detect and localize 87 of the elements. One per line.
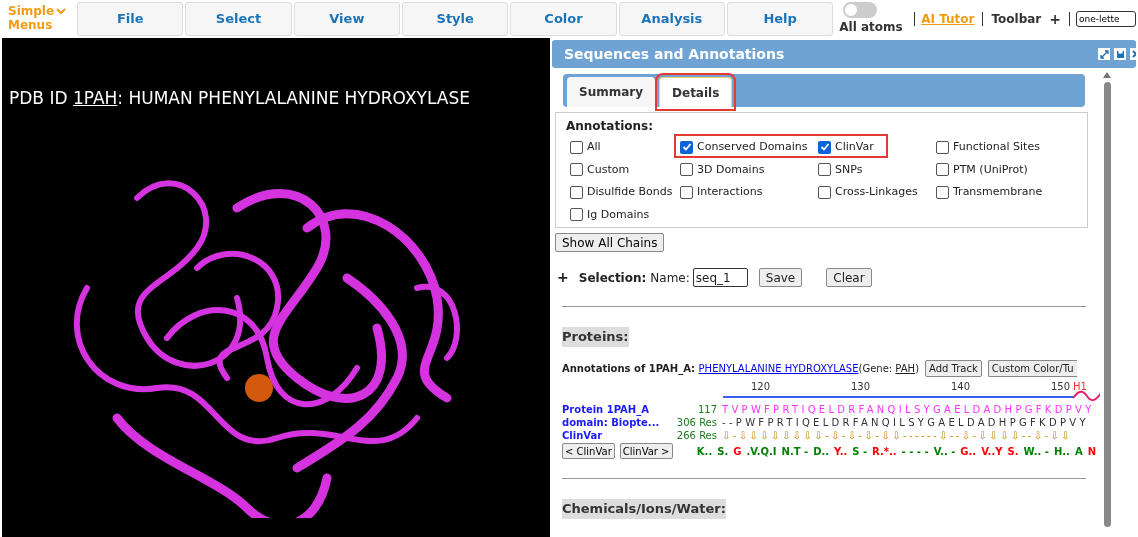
menu-button[interactable]: Select (185, 2, 292, 36)
gene-link[interactable]: PAH (895, 361, 916, 376)
track-count: 266 Res (675, 429, 718, 443)
protein-link[interactable]: PHENYLALANINE HYDROXYLASE (698, 361, 859, 376)
name-label: Name: (650, 269, 690, 287)
track-name[interactable]: Protein 1PAH_A (562, 402, 672, 417)
variant-mark: R.*.. (872, 444, 897, 459)
helix-wave-icon (1073, 390, 1100, 402)
add-track-button[interactable]: Add Track (925, 360, 982, 377)
toolbar-label: Toolbar (991, 11, 1042, 28)
tab[interactable]: Summary (567, 77, 656, 107)
track-name[interactable]: domain: Biopte... (562, 415, 672, 430)
save-button[interactable]: Save (758, 268, 803, 287)
clear-button[interactable]: Clear (826, 268, 872, 287)
variant-mark: V..Y (981, 444, 1003, 459)
annotations-label: Annotations: (566, 118, 655, 135)
scale-tick-label: 130 (851, 380, 871, 394)
sequence-text: ⇩-⇩⇩⇩⇩⇩⇩⇩⇩-⇩-⇩-⇩-⇩⇩------⇩--⇩-⇩⇩⇩⇩--⇩-⇩⇩ (722, 429, 1073, 443)
name-field[interactable]: seq_1 (692, 268, 748, 287)
expand-plus[interactable]: + (557, 267, 569, 288)
track-count: 117 (696, 403, 718, 417)
custom-color-button[interactable]: Custom Color/Tu (987, 360, 1077, 377)
menu-button[interactable]: File (77, 2, 184, 36)
menu-button[interactable]: Help (727, 2, 834, 36)
variant-mark: H.. (1053, 444, 1070, 459)
annotation-checkbox[interactable]: Ig Domains (570, 206, 680, 223)
annotation-checkbox[interactable]: ClinVar (818, 139, 936, 156)
variant-mark: G.. (960, 444, 977, 459)
previous-clinvar-button[interactable]: < ClinVar (562, 443, 615, 459)
variant-mark: .V.Q.I (746, 444, 777, 459)
input-field[interactable]: one-lette (1076, 11, 1136, 27)
annotation-checkbox[interactable]: 3D Domains (680, 161, 818, 178)
chevron-down-icon (56, 7, 67, 15)
variant-mark: K.. (696, 444, 713, 459)
expand-icon[interactable] (1098, 48, 1110, 60)
check-icon (681, 142, 692, 153)
sequence-text: --PWFPRTIQELDRFANQILSYGAELDADHPGFKDPVY (722, 416, 1089, 430)
menu-button[interactable]: Color (510, 2, 617, 36)
variant-mark: D.. (813, 444, 830, 459)
variant-mark: S - (852, 444, 868, 459)
gene-suffix: ) (915, 362, 920, 376)
all-atoms-toggle[interactable] (843, 2, 878, 18)
menu-button[interactable]: Style (402, 2, 509, 36)
show-all-chains-button[interactable]: Show All Chains (555, 233, 665, 252)
scale-tick-label: 120 (751, 380, 771, 394)
scale-tick-label: 140 (951, 380, 971, 394)
annotation-checkbox[interactable]: PTM (UniProt) (936, 161, 1076, 178)
variant-mark: Y.. (834, 444, 848, 459)
viewer-title: PDB ID 1PAH: HUMAN PHENYLALANINE HYDROXYLASE (9, 87, 470, 110)
next-clinvar-button[interactable]: ClinVar > (619, 443, 673, 459)
variant-mark: S. (717, 444, 729, 459)
variant-mark: W.. - (1023, 444, 1049, 459)
annotation-checkbox[interactable]: All (570, 139, 680, 156)
track-count: 306 Res (675, 416, 718, 430)
proteins-heading: Proteins: (562, 327, 629, 347)
close-icon[interactable] (1130, 48, 1136, 60)
menu-button[interactable]: Analysis (618, 2, 725, 36)
chemicals-heading: Chemicals/Ions/Water: (562, 499, 726, 519)
scale-tick-label: 150 (1051, 380, 1071, 394)
annotation-checkbox[interactable]: Functional Sites (936, 139, 1076, 156)
variant-mark: N (1087, 444, 1096, 459)
panel-title: Sequences and Annotations (564, 44, 786, 64)
add-toolbar-button[interactable]: + (1049, 8, 1061, 30)
all-atoms-label: All atoms (839, 19, 903, 36)
annotation-checkbox[interactable]: Interactions (680, 184, 818, 201)
annotations-of-label: Annotations of 1PAH_A: (562, 362, 697, 376)
helix-label: H1 (1073, 380, 1087, 394)
annotation-checkbox[interactable]: Disulfide Bonds (570, 184, 680, 201)
save-icon[interactable] (1114, 48, 1126, 60)
scroll-up-icon[interactable] (1103, 72, 1111, 78)
sequence-text: TVPWFPRTIQELDRFANQILSYGAELDADHPGFKDPVY (722, 403, 1095, 417)
variant-mark: G (733, 444, 742, 459)
annotation-checkbox[interactable]: SNPs (818, 161, 936, 178)
annotation-checkbox[interactable]: Custom (570, 161, 680, 178)
gene-prefix: (Gene: (858, 362, 894, 376)
annotation-checkbox[interactable]: Transmembrane (936, 184, 1076, 201)
annotation-checkbox[interactable]: Conserved Domains (680, 139, 818, 156)
variant-mark: - - - - (901, 444, 929, 459)
track-name[interactable]: ClinVar (562, 428, 672, 443)
selection-label: Selection: (578, 269, 647, 287)
menu-button[interactable]: View (293, 2, 400, 36)
variant-mark: N.T - (781, 444, 809, 459)
check-icon (819, 142, 830, 153)
variant-mark: S. (1007, 444, 1019, 459)
annotation-checkbox[interactable]: Cross-Linkages (818, 184, 936, 201)
variant-mark: A (1074, 444, 1083, 459)
variant-mark: V.. - (933, 444, 956, 459)
